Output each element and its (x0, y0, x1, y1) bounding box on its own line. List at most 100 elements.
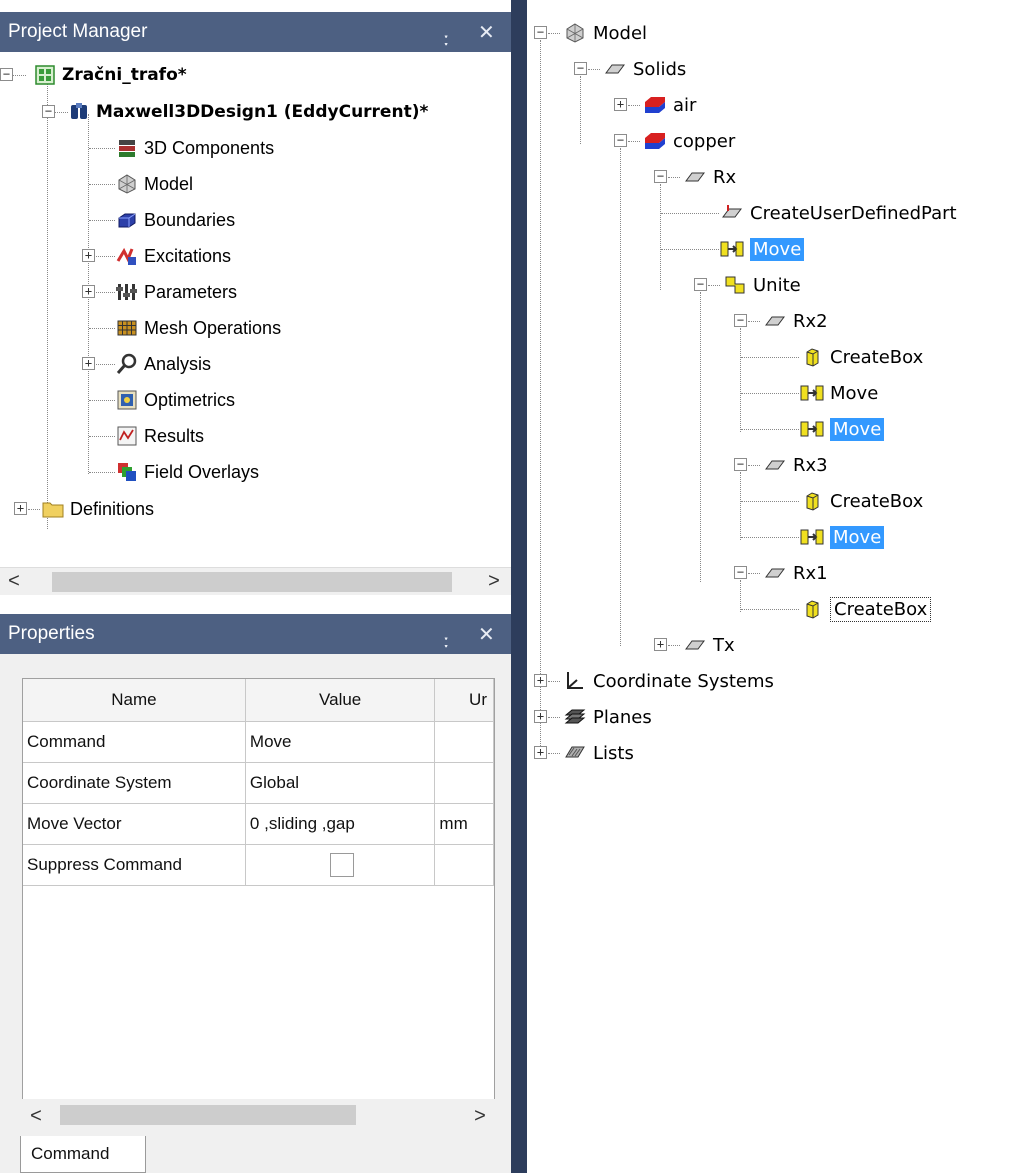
close-icon[interactable]: ✕ (478, 20, 495, 45)
expand-icon[interactable]: + (534, 674, 547, 687)
tree-node-rx3-move[interactable]: Move (800, 522, 885, 552)
tree-item-definitions[interactable]: Definitions (42, 494, 154, 524)
mesh-operations-icon (117, 320, 137, 336)
collapse-icon[interactable]: − (734, 458, 747, 471)
expand-icon[interactable]: + (534, 746, 547, 759)
scroll-left-icon[interactable]: < (26, 1105, 46, 1128)
left-dock: Project Manager ࿒ ✕ − Zračni_trafo* − Ma… (0, 0, 511, 1173)
user-defined-part-icon (722, 205, 742, 218)
project-icon (35, 65, 55, 85)
tree-item-optimetrics[interactable]: Optimetrics (116, 385, 235, 415)
project-tree: − Zračni_trafo* − Maxwell3DDesign1 (Eddy… (0, 52, 511, 567)
tree-node-rx3[interactable]: Rx3 (763, 450, 828, 480)
tree-node-rx2-move-selected[interactable]: Move (800, 414, 885, 444)
property-name: Suppress Command (23, 844, 246, 886)
lists-icon (565, 746, 585, 758)
scroll-thumb[interactable] (60, 1105, 356, 1125)
column-header-name[interactable]: Name (23, 679, 246, 722)
project-tree-scrollbar[interactable]: < > (0, 567, 511, 595)
tree-node-lists[interactable]: Lists (563, 738, 634, 768)
suppress-command-checkbox[interactable] (329, 852, 354, 877)
tree-node-planes[interactable]: Planes (563, 702, 652, 732)
project-node[interactable]: Zračni_trafo* (34, 60, 187, 90)
create-box-icon (806, 492, 819, 511)
expand-icon[interactable]: + (82, 285, 95, 298)
tab-command[interactable]: Command (20, 1136, 146, 1173)
dock-splitter[interactable] (511, 0, 527, 1173)
expand-icon[interactable]: + (654, 638, 667, 651)
collapse-icon[interactable]: − (694, 278, 707, 291)
tree-node-rx1-createbox[interactable]: CreateBox (800, 594, 932, 624)
column-header-unit[interactable]: Ur (434, 679, 494, 722)
scroll-thumb[interactable] (52, 572, 452, 592)
tree-node-unite[interactable]: Unite (723, 270, 801, 300)
tree-item-analysis[interactable]: Analysis (116, 349, 211, 379)
tree-item-boundaries[interactable]: Boundaries (116, 205, 235, 235)
collapse-icon[interactable]: − (614, 134, 627, 147)
collapse-icon[interactable]: − (0, 68, 13, 81)
tree-item-model[interactable]: Model (116, 169, 193, 199)
tree-node-copper[interactable]: copper (643, 126, 735, 156)
tree-item-results[interactable]: Results (116, 421, 204, 451)
tree-item-mesh-operations[interactable]: Mesh Operations (116, 313, 281, 343)
tree-node-rx2[interactable]: Rx2 (763, 306, 828, 336)
scroll-right-icon[interactable]: > (470, 1105, 490, 1128)
model-tree: − Model − Solids + air − copper − Rx Cre… (527, 0, 1009, 1173)
expand-icon[interactable]: + (82, 249, 95, 262)
property-value[interactable]: 0 ,sliding ,gap (245, 803, 436, 845)
tree-item-field-overlays[interactable]: Field Overlays (116, 457, 259, 487)
create-box-icon (806, 600, 819, 619)
collapse-icon[interactable]: − (534, 26, 547, 39)
collapse-icon[interactable]: − (42, 105, 55, 118)
model-icon (566, 23, 584, 43)
tree-node-solids[interactable]: Solids (603, 54, 686, 84)
table-row[interactable]: Command Move (23, 721, 494, 763)
move-icon (800, 421, 824, 437)
tree-node-move[interactable]: Move (720, 234, 805, 264)
expand-icon[interactable]: + (14, 502, 27, 515)
tree-node-rx3-createbox[interactable]: CreateBox (800, 486, 923, 516)
collapse-icon[interactable]: − (654, 170, 667, 183)
properties-scrollbar[interactable]: < > (22, 1099, 495, 1133)
column-header-value[interactable]: Value (245, 679, 436, 722)
collapse-icon[interactable]: − (574, 62, 587, 75)
table-row[interactable]: Suppress Command (23, 844, 494, 886)
scroll-right-icon[interactable]: > (484, 570, 504, 593)
collapse-icon[interactable]: − (734, 566, 747, 579)
tree-item-excitations[interactable]: Excitations (116, 241, 231, 271)
planes-icon (564, 709, 586, 724)
move-icon (720, 241, 744, 257)
tree-item-3d-components[interactable]: 3D Components (116, 133, 274, 163)
property-value[interactable]: Global (245, 762, 436, 804)
tree-node-rx[interactable]: Rx (683, 162, 736, 192)
property-name: Coordinate System (23, 762, 246, 804)
scroll-left-icon[interactable]: < (4, 570, 24, 593)
property-unit: mm (434, 803, 494, 845)
table-row[interactable]: Move Vector 0 ,sliding ,gap mm (23, 803, 494, 845)
tree-node-tx[interactable]: Tx (683, 630, 735, 660)
tree-node-create-user-defined-part[interactable]: CreateUserDefinedPart (720, 198, 957, 228)
tree-node-rx1[interactable]: Rx1 (763, 558, 828, 588)
collapse-icon[interactable]: − (734, 314, 747, 327)
tree-node-coordinate-systems[interactable]: Coordinate Systems (563, 666, 774, 696)
folder-icon (42, 502, 64, 518)
design-node[interactable]: Maxwell3DDesign1 (EddyCurrent)* (68, 97, 428, 127)
expand-icon[interactable]: + (534, 710, 547, 723)
expand-icon[interactable]: + (614, 98, 627, 111)
property-value[interactable] (245, 844, 436, 886)
property-name: Command (23, 721, 246, 763)
design-name: Maxwell3DDesign1 (EddyCurrent)* (96, 102, 429, 122)
property-name: Move Vector (23, 803, 246, 845)
tree-node-rx2-move[interactable]: Move (800, 378, 878, 408)
expand-icon[interactable]: + (82, 357, 95, 370)
tree-item-parameters[interactable]: Parameters (116, 277, 237, 307)
tree-node-model[interactable]: Model (563, 18, 647, 48)
tree-node-rx2-createbox[interactable]: CreateBox (800, 342, 923, 372)
table-row[interactable]: Coordinate System Global (23, 762, 494, 804)
close-icon[interactable]: ✕ (478, 622, 495, 647)
material-icon (645, 133, 665, 149)
tree-node-air[interactable]: air (643, 90, 696, 120)
properties-titlebar: Properties ࿒ ✕ (0, 614, 511, 656)
property-value[interactable]: Move (245, 721, 436, 763)
properties-title: Properties (8, 623, 95, 644)
